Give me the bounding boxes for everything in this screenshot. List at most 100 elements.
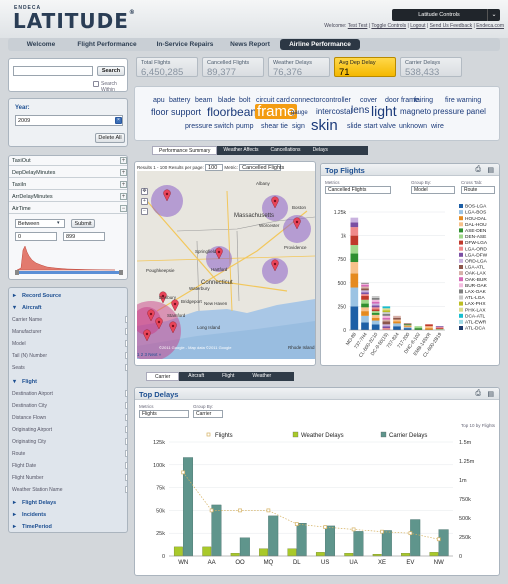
top-flights-cross-select[interactable]: Route <box>461 186 495 194</box>
expand-icon[interactable]: + <box>125 316 127 323</box>
export-icon[interactable]: ▤ <box>487 390 494 398</box>
tag-item[interactable]: pressure switch <box>185 123 234 130</box>
tab-weather[interactable]: Weather <box>243 372 280 381</box>
tab-carrier[interactable]: Carrier <box>146 372 180 381</box>
zoom-in-icon[interactable]: + <box>141 198 148 205</box>
map-zoom-control[interactable]: ✥ + − <box>140 188 150 218</box>
delete-all-button[interactable]: Delete All <box>95 133 125 143</box>
tag-item[interactable]: floor support <box>151 108 201 117</box>
tag-item[interactable]: blade <box>218 97 235 104</box>
expand-icon[interactable]: + <box>125 352 127 359</box>
facet-flight-delays[interactable]: ▸ Flight Delays <box>9 497 127 508</box>
expand-icon[interactable]: + <box>125 450 127 457</box>
tag-item[interactable]: light <box>371 104 397 118</box>
tab-performance-summary[interactable]: Performance Summary <box>152 146 218 155</box>
tag-item[interactable]: shear tie <box>261 123 288 130</box>
tag-item[interactable]: floorbeam <box>207 106 260 118</box>
top-flights-group-select[interactable]: Model <box>411 186 455 194</box>
facet-item[interactable]: Seats+ <box>9 362 127 373</box>
results-per-page-select[interactable]: 100 <box>205 164 224 171</box>
facet-item[interactable]: Route+ <box>9 448 127 459</box>
print-icon[interactable]: ⎙ <box>475 166 481 174</box>
metric-depdelay[interactable]: DepDelayMinutes + <box>9 168 127 178</box>
facet-time-period[interactable]: ▸ TimePeriod <box>9 521 127 532</box>
tab-flight-performance[interactable]: Flight Performance <box>70 39 144 50</box>
metric-taxiin[interactable]: TaxiIn + <box>9 180 127 190</box>
tag-item[interactable]: gauge <box>291 110 308 116</box>
kpi-total-flights[interactable]: Total Flights 6,450,285 <box>136 57 198 78</box>
expand-icon[interactable]: + <box>125 402 127 409</box>
tag-item[interactable]: unknown <box>399 123 427 130</box>
tag-item[interactable]: fairing <box>414 97 433 104</box>
facet-item[interactable]: Flight Number+ <box>9 472 127 483</box>
tag-item[interactable]: lens <box>351 106 369 116</box>
expand-icon[interactable]: + <box>125 486 127 493</box>
map-metric-select[interactable]: Cancelled Flights <box>239 164 284 171</box>
expand-icon[interactable]: + <box>125 328 127 335</box>
facet-flight[interactable]: ▾ Flight <box>9 376 127 387</box>
top-delays-group-select[interactable]: Carrier <box>193 410 223 418</box>
remove-icon[interactable]: × <box>115 117 122 124</box>
top-delays-metric-select[interactable]: Flights <box>139 410 189 418</box>
tab-welcome[interactable]: Welcome <box>18 39 64 50</box>
kpi-carrier-delays[interactable]: Carrier Delays 538,433 <box>400 57 462 78</box>
tag-item[interactable]: pressure panel <box>433 108 486 116</box>
search-input[interactable] <box>13 66 93 76</box>
expand-icon[interactable]: + <box>125 438 127 445</box>
facet-item[interactable]: Flight Date+ <box>9 460 127 471</box>
top-delays-chart[interactable]: Flights Weather Delays Carrier Delays 125k 1… <box>135 430 499 575</box>
facet-item[interactable]: Destination Airport+ <box>9 388 127 399</box>
expand-icon[interactable]: + <box>125 474 127 481</box>
tag-item[interactable]: fire warning <box>445 97 481 104</box>
tab-in-service-repairs[interactable]: In-Service Repairs <box>148 39 222 50</box>
toggle-controls-link[interactable]: Toggle Controls <box>371 23 406 29</box>
facet-item[interactable]: Distance Flown+ <box>9 412 127 423</box>
feedback-link[interactable]: Send Us Feedback <box>430 23 473 29</box>
facet-item[interactable]: Carrier Name+ <box>9 314 127 325</box>
tag-item[interactable]: battery <box>169 97 190 104</box>
metric-arrdelay[interactable]: ArrDelayMinutes + <box>9 192 127 202</box>
top-flights-chart[interactable]: 1.25k1k7505002500MD-88737-7H4CL-600-2C10… <box>321 200 499 365</box>
expand-icon[interactable]: + <box>125 390 127 397</box>
expand-icon[interactable]: + <box>125 462 127 469</box>
facet-item[interactable]: Model+ <box>9 338 127 349</box>
tag-item[interactable]: sign <box>292 123 305 130</box>
expand-icon[interactable]: + <box>125 414 127 421</box>
logout-link[interactable]: Logout <box>410 23 425 29</box>
metric-taxiout[interactable]: TaxiOut + <box>9 156 127 166</box>
facet-item[interactable]: Originating Airport+ <box>9 424 127 435</box>
map-pager[interactable]: 1 2 3 Next » <box>137 352 161 357</box>
export-icon[interactable]: ▤ <box>487 166 494 174</box>
facet-record-source[interactable]: ▸ Record Source <box>9 290 127 301</box>
user-link[interactable]: Test Test <box>348 23 368 29</box>
facet-item[interactable]: Tail (N) Number+ <box>9 350 127 361</box>
tag-item[interactable]: pump <box>236 123 254 130</box>
range-max-input[interactable]: 899 <box>63 232 105 241</box>
metric-airtime[interactable]: AirTime − <box>9 204 127 214</box>
facet-item[interactable]: Manufacturer+ <box>9 326 127 337</box>
latitude-controls-button[interactable]: Latitude Controls ⌄ <box>392 9 500 21</box>
tag-item[interactable]: magneto <box>400 108 431 116</box>
tag-item[interactable]: apu <box>153 97 165 104</box>
map-view[interactable] <box>137 171 315 359</box>
tag-item[interactable]: beam <box>195 97 213 104</box>
top-flights-metric-select[interactable]: Cancelled Flights <box>325 186 391 194</box>
endeca-link[interactable]: Endeca.com <box>476 23 504 29</box>
tag-item[interactable]: wire <box>431 123 444 130</box>
tab-flight[interactable]: Flight <box>213 372 243 381</box>
kpi-weather-delays[interactable]: Weather Delays 76,376 <box>268 57 330 78</box>
facet-incidents[interactable]: ▸ Incidents <box>9 509 127 520</box>
tab-weather-affects[interactable]: Weather Affects <box>217 146 264 155</box>
tag-item[interactable]: connector <box>291 97 322 104</box>
airtime-histogram[interactable] <box>15 244 123 276</box>
tag-item[interactable]: skin <box>311 118 338 133</box>
tag-item[interactable]: controller <box>322 97 351 104</box>
tab-airline-performance[interactable]: Airline Performance <box>280 39 360 50</box>
expand-icon[interactable]: + <box>125 426 127 433</box>
facet-item[interactable]: Destination City+ <box>9 400 127 411</box>
tag-item[interactable]: slide <box>347 123 361 130</box>
tag-item[interactable]: start valve <box>364 123 396 130</box>
tab-delays[interactable]: Delays <box>307 146 334 155</box>
tab-news-report[interactable]: News Report <box>224 39 276 50</box>
print-icon[interactable]: ⎙ <box>475 390 481 398</box>
